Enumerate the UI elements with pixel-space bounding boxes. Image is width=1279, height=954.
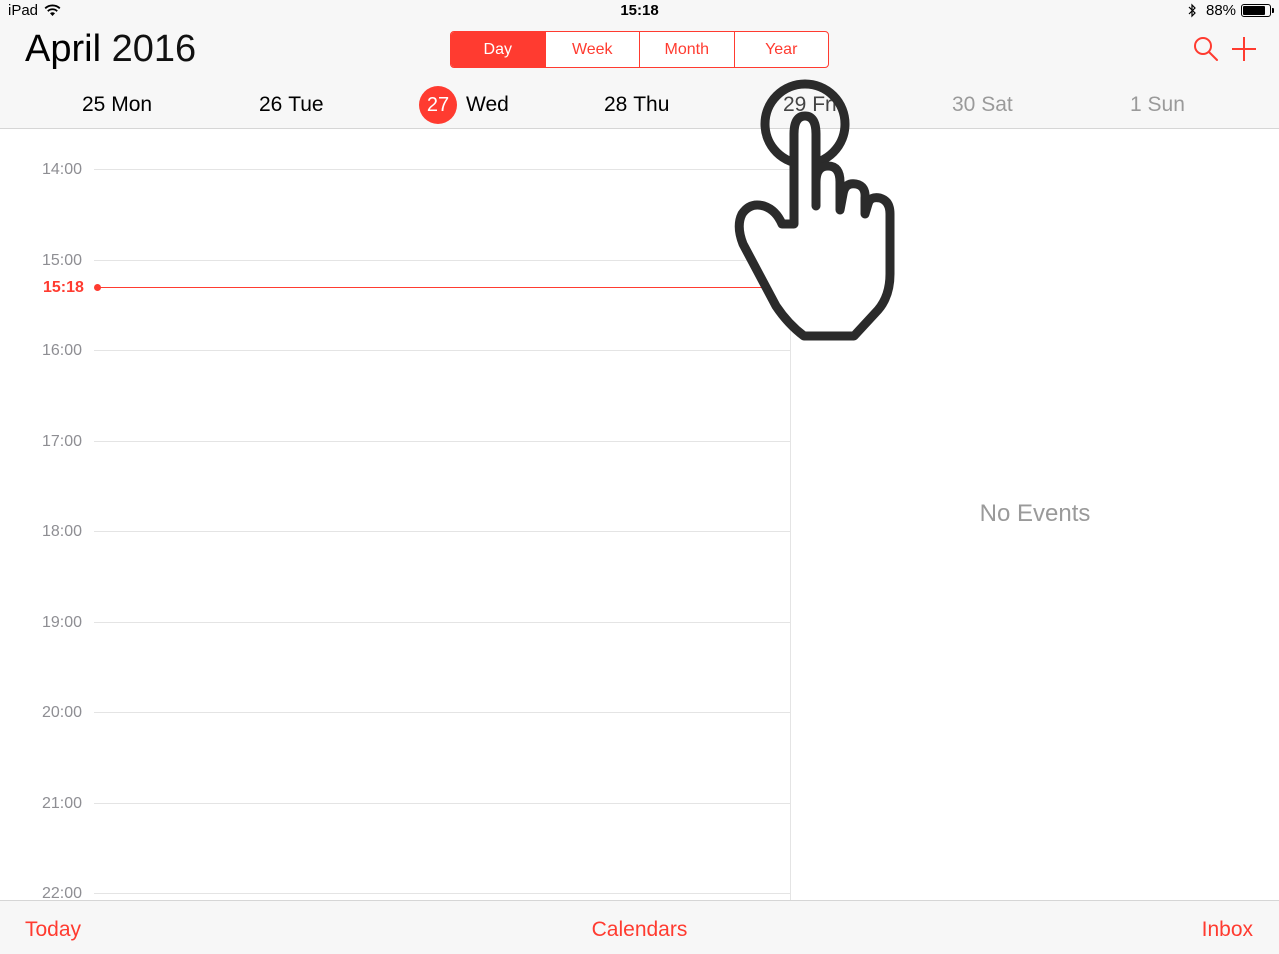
inbox-button[interactable]: Inbox — [1202, 918, 1253, 942]
day-thu[interactable]: 28 Thu — [604, 90, 669, 120]
hour-gridline — [94, 622, 790, 623]
battery-percentage: 88% — [1206, 2, 1237, 19]
hour-gridline — [94, 441, 790, 442]
hour-gridline — [94, 712, 790, 713]
hour-label: 16:00 — [42, 342, 83, 359]
add-icon[interactable] — [1231, 36, 1257, 62]
day-name: Mon — [111, 93, 153, 116]
month-year-title: April 2016 — [25, 28, 196, 71]
hour-label: 17:00 — [42, 433, 83, 450]
hour-label: 18:00 — [42, 523, 83, 540]
day-name: Wed — [466, 93, 509, 116]
hour-gridline — [94, 260, 790, 261]
day-name: Sat — [981, 93, 1013, 116]
today-day-number: 27 — [419, 86, 457, 124]
hour-label: 21:00 — [42, 795, 83, 812]
day-sat[interactable]: 30 Sat — [952, 90, 1013, 120]
day-name: Tue — [288, 93, 324, 116]
hour-label: 15:00 — [42, 252, 83, 269]
hour-gridline — [94, 169, 790, 170]
day-number: 1 — [1130, 93, 1142, 116]
status-bar: iPad 15:18 88% — [0, 0, 1279, 22]
day-number: 30 — [952, 93, 976, 116]
bottom-toolbar: Today Calendars Inbox — [0, 900, 1279, 954]
view-week-button[interactable]: Week — [544, 32, 640, 67]
battery-icon — [1241, 4, 1274, 17]
hour-gridline — [94, 350, 790, 351]
calendars-button[interactable]: Calendars — [592, 918, 688, 942]
day-timeline[interactable]: 14:00 15:00 16:00 17:00 18:00 19:00 20:0… — [0, 130, 790, 902]
day-number: 26 — [259, 93, 283, 116]
view-day-button[interactable]: Day — [451, 32, 545, 67]
day-wed[interactable]: 27 Wed — [419, 85, 509, 125]
day-number: 25 — [82, 93, 106, 116]
hour-label: 14:00 — [42, 161, 83, 178]
month-label: April — [25, 28, 102, 70]
day-mon[interactable]: 25 Mon — [82, 90, 152, 120]
current-time-label: 15:18 — [43, 279, 84, 296]
hour-label: 20:00 — [42, 704, 83, 721]
view-month-button[interactable]: Month — [639, 32, 734, 67]
calendars-button-wrapper: Calendars — [0, 918, 1279, 942]
hour-gridline — [94, 893, 790, 894]
day-name: Sun — [1147, 93, 1185, 116]
hour-label: 19:00 — [42, 614, 83, 631]
view-year-button[interactable]: Year — [733, 32, 829, 67]
hour-gridline — [94, 531, 790, 532]
current-time-line — [97, 287, 790, 288]
bluetooth-icon — [1188, 3, 1196, 18]
day-name: Thu — [633, 93, 670, 116]
view-mode-segmented-control: Day Week Month Year — [450, 31, 829, 68]
day-number: 28 — [604, 93, 628, 116]
status-time: 15:18 — [620, 2, 659, 19]
hour-gridline — [94, 803, 790, 804]
year-label: 2016 — [111, 28, 197, 70]
day-sun[interactable]: 1 Sun — [1130, 90, 1185, 120]
search-icon[interactable] — [1193, 36, 1219, 62]
hand-pointer-icon — [734, 79, 895, 341]
no-events-message: No Events — [979, 500, 1091, 527]
day-tue[interactable]: 26 Tue — [259, 90, 324, 120]
